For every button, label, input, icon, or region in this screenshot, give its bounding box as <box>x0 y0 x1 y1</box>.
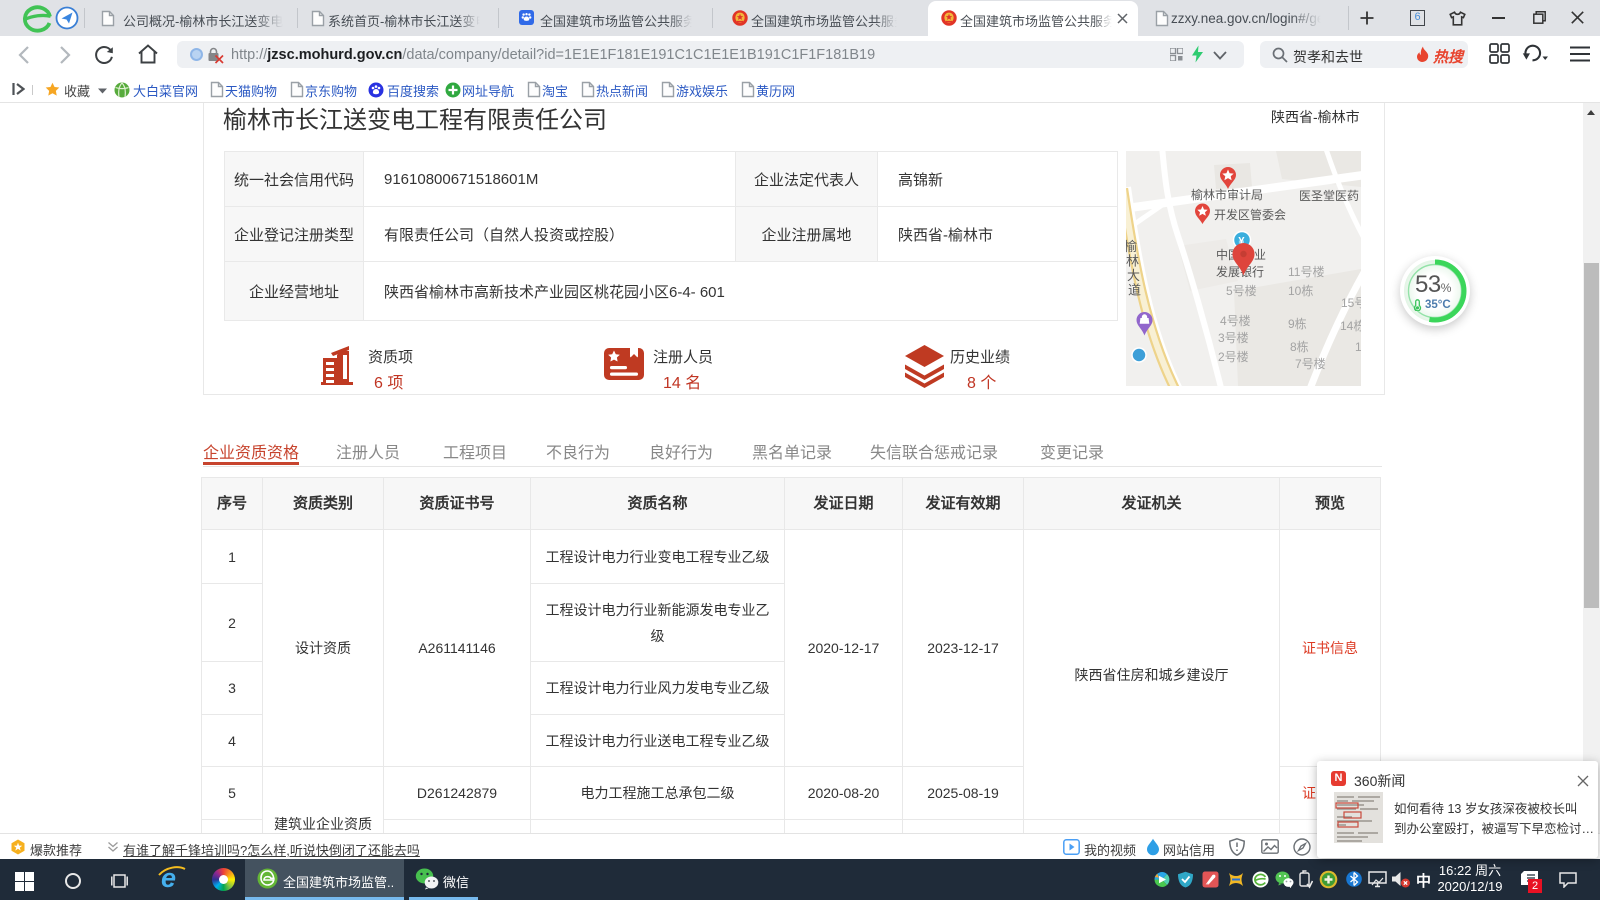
svg-text:10栋: 10栋 <box>1288 283 1313 298</box>
svg-text:3号楼: 3号楼 <box>1218 330 1249 345</box>
svg-text:大: 大 <box>1127 268 1140 283</box>
svg-text:11号楼: 11号楼 <box>1288 264 1324 279</box>
svg-text:15号: 15号 <box>1341 296 1361 310</box>
svg-text:开发区管委会: 开发区管委会 <box>1214 207 1286 222</box>
svg-text:业: 业 <box>1254 248 1266 262</box>
svg-text:5号楼: 5号楼 <box>1226 283 1257 298</box>
svg-text:医圣堂医药: 医圣堂医药 <box>1299 189 1359 203</box>
svg-text:道: 道 <box>1128 283 1141 298</box>
svg-text:榆林市审计局: 榆林市审计局 <box>1191 187 1263 202</box>
svg-text:7号楼: 7号楼 <box>1295 356 1326 371</box>
svg-text:2号楼: 2号楼 <box>1218 349 1249 364</box>
svg-text:林: 林 <box>1126 254 1139 269</box>
svg-text:8栋: 8栋 <box>1290 339 1309 354</box>
svg-text:14栋: 14栋 <box>1340 318 1361 333</box>
svg-text:榆: 榆 <box>1126 239 1137 254</box>
svg-text:1: 1 <box>1355 340 1361 354</box>
svg-text:9栋: 9栋 <box>1288 316 1307 331</box>
svg-text:4号楼: 4号楼 <box>1220 313 1251 328</box>
